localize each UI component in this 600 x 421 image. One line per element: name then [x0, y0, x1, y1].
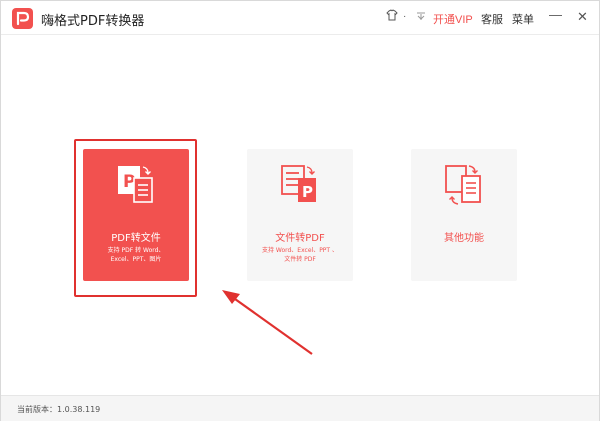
close-button[interactable]: ✕ — [577, 9, 588, 25]
app-logo-icon — [12, 8, 33, 29]
svg-text:P: P — [302, 183, 313, 201]
other-functions-icon — [442, 162, 488, 208]
highlight-box — [74, 139, 197, 297]
open-vip-link[interactable]: 开通VIP — [433, 11, 473, 27]
shirt-icon[interactable] — [386, 9, 398, 24]
vip-crown-icon[interactable] — [416, 10, 426, 24]
menu-link[interactable]: 菜单 — [512, 11, 534, 27]
minimize-button[interactable]: — — [549, 7, 562, 22]
status-bar: 当前版本：1.0.38.119 — [1, 395, 599, 421]
file-to-pdf-card[interactable]: P 文件转PDF 支持 Word、Excel、PPT 、 文件转 PDF — [247, 149, 353, 281]
annotation-arrow — [222, 290, 313, 355]
app-window: 嗨格式PDF转换器 · 开通VIP 客服 菜单 — ✕ P PDF转文件 支持 … — [0, 0, 600, 421]
file-to-pdf-icon: P — [278, 162, 324, 208]
version-label: 当前版本：1.0.38.119 — [17, 405, 101, 414]
app-title: 嗨格式PDF转换器 — [41, 14, 145, 29]
other-functions-card[interactable]: 其他功能 — [411, 149, 517, 281]
card-title: 文件转PDF — [275, 233, 325, 244]
card-description-line: 支持 Word、Excel、PPT 、 — [261, 247, 339, 254]
card-title: 其他功能 — [444, 233, 484, 244]
customer-service-link[interactable]: 客服 — [481, 11, 503, 27]
dot-separator-icon: · — [403, 11, 407, 22]
title-bar: 嗨格式PDF转换器 · 开通VIP 客服 菜单 — ✕ — [1, 1, 599, 35]
card-description-line: 文件转 PDF — [284, 256, 316, 263]
